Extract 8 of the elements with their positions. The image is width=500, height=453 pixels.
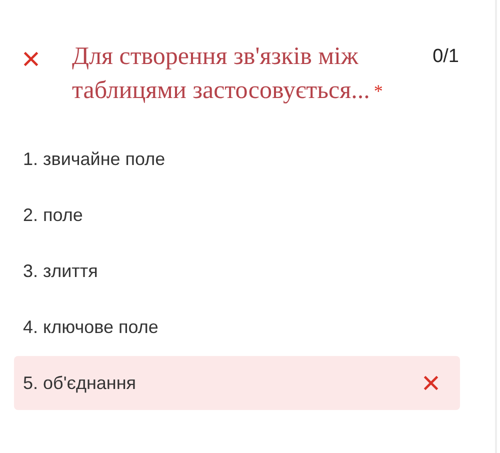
- answer-option: 3. злиття: [14, 244, 460, 298]
- answer-option: 1. звичайне поле: [14, 132, 460, 186]
- question-title: Для створення зв'язків між таблицями застосовується... *: [72, 42, 384, 106]
- answer-option: 4. ключове поле: [14, 300, 460, 354]
- score: 0/1: [432, 45, 459, 68]
- required-mark: *: [374, 81, 383, 101]
- answer-option: 2. поле: [14, 188, 460, 242]
- selected-answer: 5. об'єднання: [14, 356, 460, 410]
